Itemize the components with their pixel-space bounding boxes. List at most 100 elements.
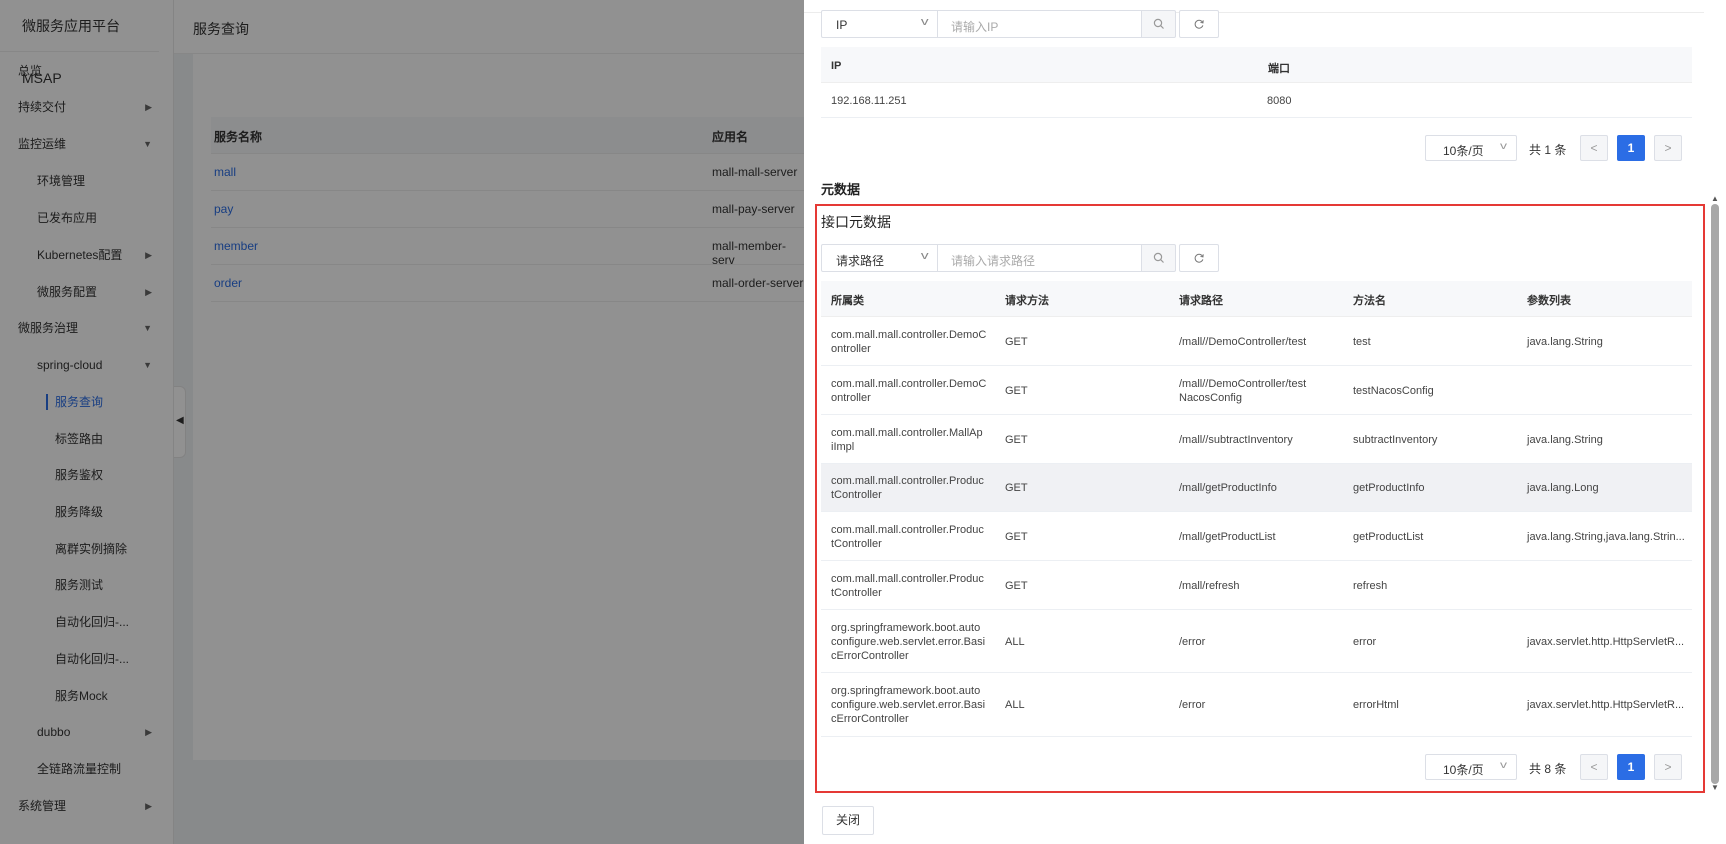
chevron-down-icon: v: [1500, 141, 1507, 152]
method-name-cell: test: [1353, 336, 1371, 348]
path-cell-line: /mall/refresh: [1179, 579, 1240, 592]
class-cell: com.mall.mall.controller.MallAp iImpl: [831, 426, 983, 454]
path-cell-line: /error: [1179, 699, 1206, 711]
method-cell: GET: [1005, 433, 1028, 446]
class-cell: org.springframework.boot.auto configure.w…: [831, 621, 985, 663]
path-cell: /mall//DemoController/test: [1179, 335, 1306, 349]
class-cell-line: com.mall.mall.controller.Produc: [831, 523, 984, 536]
detail-drawer: IP v 请输入IP IP 端口 192.168.11.251 8080 10条…: [804, 0, 1726, 844]
port-cell: 8080: [1267, 95, 1292, 107]
path-cell: /mall//subtractInventory: [1179, 433, 1293, 447]
class-cell-line: cErrorController: [831, 713, 909, 725]
path-cell-line: /mall//subtractInventory: [1179, 433, 1293, 446]
scroll-up-arrow-icon[interactable]: ▲: [1711, 194, 1719, 203]
divider: [821, 511, 1692, 512]
divider: [821, 736, 1692, 737]
class-cell-line: com.mall.mall.controller.MallAp: [831, 426, 983, 439]
method-cell: GET: [1005, 579, 1028, 592]
drawer-scrollbar[interactable]: [1711, 204, 1719, 784]
divider: [821, 609, 1692, 610]
class-cell: com.mall.mall.controller.DemoC ontroller: [831, 377, 986, 405]
ip-filter-select[interactable]: IP v: [821, 10, 938, 38]
path-cell: /error: [1179, 635, 1205, 649]
ip-search-placeholder: 请输入IP: [951, 20, 999, 34]
class-cell-line: configure.web.servlet.error.Basi: [831, 699, 986, 711]
column-header-request-method: 请求方法: [1005, 295, 1049, 307]
method-name-cell: getProductList: [1353, 530, 1424, 543]
method-name-cell: errorHtml: [1353, 699, 1399, 711]
scroll-down-arrow-icon[interactable]: ▼: [1711, 783, 1719, 792]
api-current-page[interactable]: 1: [1617, 754, 1645, 780]
class-cell-line: tController: [831, 489, 882, 501]
api-prev-page-button[interactable]: <: [1580, 754, 1608, 780]
method-cell: GET: [1005, 482, 1028, 494]
params-cell: java.lang.String: [1527, 433, 1603, 446]
class-cell-line: com.mall.mall.controller.Produc: [831, 572, 984, 585]
path-cell-line: /mall//DemoController/test: [1179, 336, 1307, 348]
method-cell: GET: [1005, 530, 1028, 543]
path-cell-line: /mall/getProductList: [1179, 530, 1276, 543]
divider: [821, 414, 1692, 415]
params-cell: java.lang.String,java.lang.Strin...: [1527, 530, 1685, 543]
class-cell: org.springframework.boot.auto configure.w…: [831, 684, 985, 726]
ip-search-input[interactable]: 请输入IP: [938, 10, 1142, 38]
path-cell: /mall//DemoController/test NacosConfig: [1179, 377, 1306, 405]
search-icon: [1153, 252, 1164, 263]
class-cell-line: tController: [831, 586, 882, 599]
modal-overlay[interactable]: [0, 0, 804, 844]
close-button[interactable]: 关闭: [822, 806, 874, 835]
api-page-size-select[interactable]: 10条/页 v: [1425, 754, 1517, 780]
chevron-down-icon: v: [920, 16, 929, 28]
path-cell: /mall/getProductList: [1179, 530, 1276, 544]
ip-current-page[interactable]: 1: [1617, 135, 1645, 161]
ip-refresh-button[interactable]: [1179, 10, 1219, 38]
page-size-value: 10条/页: [1443, 763, 1484, 777]
divider: [821, 365, 1692, 366]
class-cell-line: ontroller: [831, 343, 871, 355]
path-cell-line: /error: [1179, 635, 1206, 648]
path-cell: /error: [1179, 698, 1205, 712]
refresh-icon: [1194, 253, 1204, 263]
method-cell: GET: [1005, 384, 1028, 397]
api-search-button[interactable]: [1142, 244, 1176, 272]
class-cell: com.mall.mall.controller.Produc tControll…: [831, 572, 984, 600]
params-cell: java.lang.String: [1527, 336, 1603, 348]
ip-next-page-button[interactable]: >: [1654, 135, 1682, 161]
class-cell: com.mall.mall.controller.Produc tControll…: [831, 474, 984, 502]
api-refresh-button[interactable]: [1179, 244, 1219, 272]
api-total-count: 共 8 条: [1529, 762, 1567, 776]
params-cell: java.lang.Long: [1527, 482, 1599, 494]
api-filter-select[interactable]: 请求路径 v: [821, 244, 938, 272]
api-path-search-placeholder: 请输入请求路径: [951, 254, 1036, 268]
ip-prev-page-button[interactable]: <: [1580, 135, 1608, 161]
ip-cell: 192.168.11.251: [831, 95, 907, 107]
class-cell-line: tController: [831, 537, 882, 550]
class-cell: com.mall.mall.controller.Produc tControll…: [831, 523, 984, 551]
ip-page-size-select[interactable]: 10条/页 v: [1425, 135, 1517, 161]
method-cell: ALL: [1005, 635, 1025, 648]
class-cell-line: org.springframework.boot.auto: [831, 621, 981, 634]
class-cell-line: ontroller: [831, 391, 871, 404]
method-name-cell: getProductInfo: [1353, 482, 1425, 494]
metadata-section-title: 元数据: [821, 182, 861, 197]
params-cell: javax.servlet.http.HttpServletR...: [1527, 699, 1685, 711]
page-size-value: 10条/页: [1443, 144, 1484, 158]
class-cell-line: org.springframework.boot.auto: [831, 685, 981, 697]
api-next-page-button[interactable]: >: [1654, 754, 1682, 780]
class-cell-line: com.mall.mall.controller.DemoC: [831, 329, 987, 341]
ip-filter-select-value: IP: [836, 18, 848, 32]
path-cell: /mall/refresh: [1179, 579, 1240, 593]
chevron-down-icon: v: [920, 250, 929, 262]
ip-search-button[interactable]: [1142, 10, 1176, 38]
class-cell-line: com.mall.mall.controller.Produc: [831, 475, 984, 487]
api-filter-select-value: 请求路径: [836, 254, 885, 268]
params-cell: javax.servlet.http.HttpServletR...: [1527, 635, 1685, 648]
api-path-search-input[interactable]: 请输入请求路径: [938, 244, 1142, 272]
divider: [821, 672, 1692, 673]
column-header-ip: IP: [831, 60, 842, 72]
method-cell: ALL: [1005, 699, 1025, 711]
path-cell-line: /mall/getProductInfo: [1179, 482, 1277, 494]
api-metadata-title: 接口元数据: [821, 214, 891, 230]
method-name-cell: error: [1353, 635, 1377, 648]
path-cell: /mall/getProductInfo: [1179, 481, 1277, 495]
